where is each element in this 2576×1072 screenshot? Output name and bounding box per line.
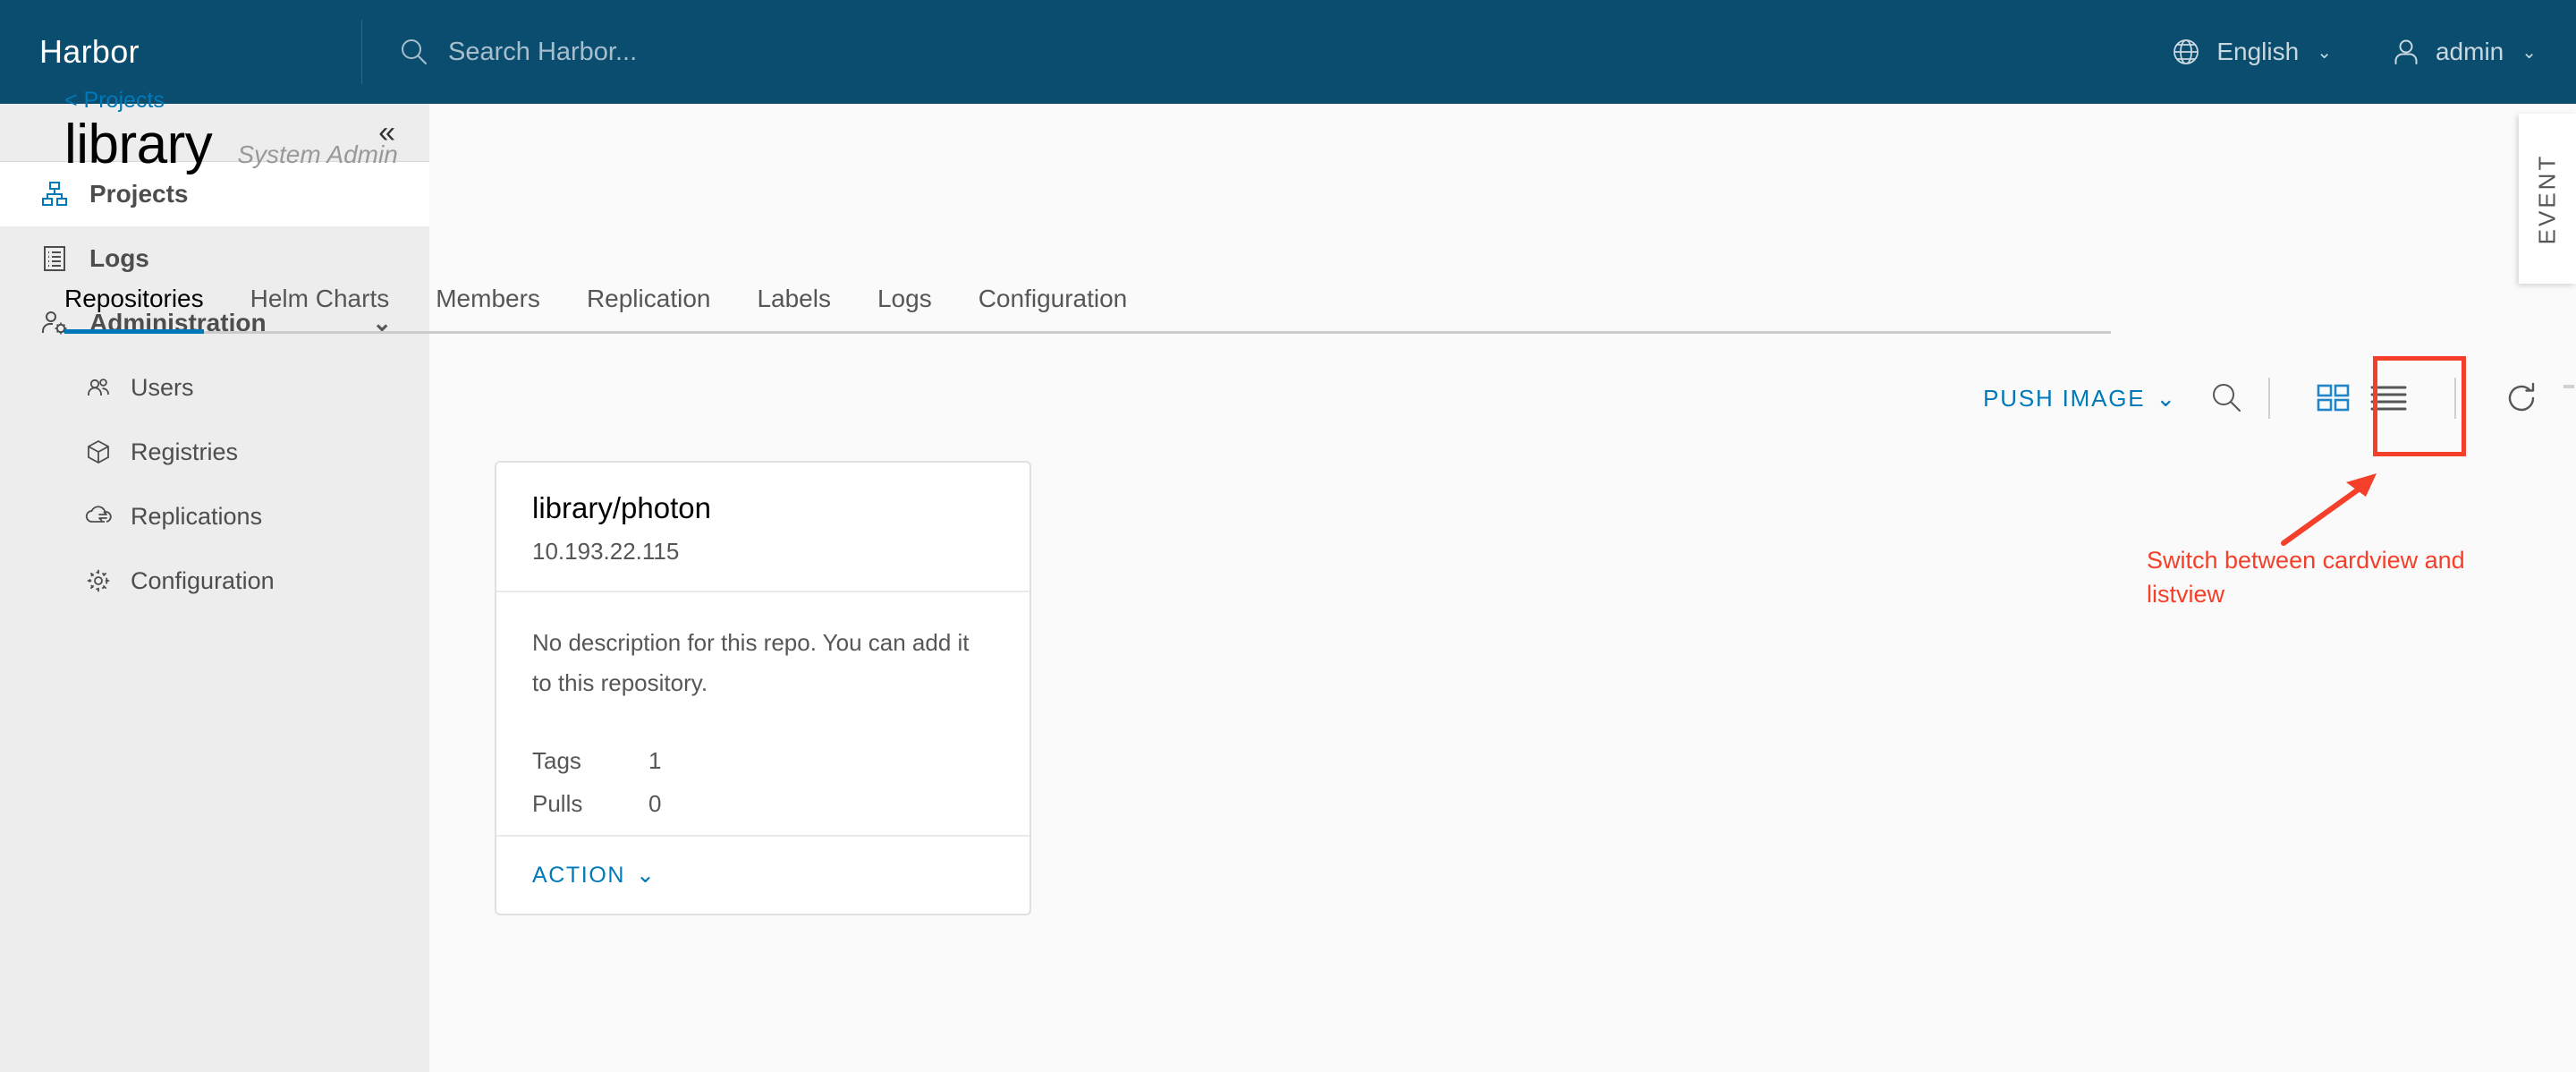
list-view-icon[interactable] [2370,383,2408,413]
app-brand[interactable]: Harbor [0,0,361,104]
sidebar-subitem-label: Registries [131,438,238,466]
breadcrumb[interactable]: < Projects [64,88,165,114]
repositories-toolbar: PUSH IMAGE ⌄ [1983,369,2540,428]
sidebar-item-users[interactable]: Users [0,355,429,420]
project-name: library [64,113,212,176]
push-image-label: PUSH IMAGE [1983,385,2145,413]
annotation-text: Switch between cardview and listview [2147,543,2504,611]
sidebar: « Projects Logs [0,104,429,1072]
event-tab-label: EVENT [2534,153,2562,244]
stat-value: 0 [648,782,661,825]
registries-icon [84,438,113,466]
chevron-down-icon: ⌄ [2317,41,2332,64]
repository-action-button[interactable]: ACTION ⌄ [532,862,994,889]
global-search[interactable] [362,36,2170,68]
stat-value: 1 [648,739,661,782]
user-label: admin [2436,38,2504,66]
top-header-bar: Harbor English ⌄ admin ⌄ [0,0,2576,104]
tab-labels[interactable]: Labels [757,285,831,334]
view-toggle-group [2297,369,2428,428]
user-icon [2391,37,2421,67]
sidebar-item-logs[interactable]: Logs [0,226,429,291]
repository-stat-pulls: Pulls 0 [532,782,994,825]
tab-members[interactable]: Members [436,285,540,334]
search-icon[interactable] [2209,380,2245,416]
repository-stat-tags: Tags 1 [532,739,994,782]
tab-repositories[interactable]: Repositories [64,285,204,334]
user-menu[interactable]: admin ⌄ [2391,37,2537,67]
language-selector[interactable]: English ⌄ [2170,36,2332,68]
sidebar-item-replications[interactable]: Replications [0,484,429,549]
configuration-icon [84,566,113,595]
action-label: ACTION [532,863,625,889]
repository-description: No description for this repo. You can ad… [532,623,994,703]
chevron-down-icon: ⌄ [2521,41,2537,64]
sidebar-item-label: Projects [89,180,189,208]
tab-logs[interactable]: Logs [877,285,932,334]
tab-helm-charts[interactable]: Helm Charts [250,285,390,334]
projects-icon [39,179,70,209]
stat-label: Pulls [532,782,648,825]
page-title: library System Admin [64,113,398,176]
sidebar-subitem-label: Replications [131,503,262,531]
repository-registry: 10.193.22.115 [532,538,994,566]
project-role: System Admin [237,140,397,169]
sidebar-item-configuration[interactable]: Configuration [0,549,429,613]
logs-icon [39,243,70,274]
grid-view-icon[interactable] [2317,383,2352,413]
header-actions: English ⌄ admin ⌄ [2170,36,2576,68]
project-tabs: Repositories Helm Charts Members Replica… [64,285,2111,334]
toolbar-separator-right [2454,378,2456,419]
refresh-icon[interactable] [2503,379,2540,417]
language-label: English [2216,38,2299,66]
push-image-button[interactable]: PUSH IMAGE ⌄ [1983,385,2177,413]
chevron-down-icon: ⌄ [2156,385,2177,413]
tab-configuration[interactable]: Configuration [979,285,1128,334]
toolbar-separator-left [2268,378,2270,419]
scrollbar-thumb[interactable] [2563,385,2574,388]
sidebar-item-registries[interactable]: Registries [0,420,429,484]
repository-card-header: library/photon 10.193.22.115 [496,463,1030,592]
stat-label: Tags [532,739,648,782]
annotation-arrow-icon [2276,470,2384,550]
users-icon [84,373,113,402]
search-icon [398,36,430,68]
repository-card-body: No description for this repo. You can ad… [496,592,1030,835]
repository-name[interactable]: library/photon [532,491,994,525]
search-input[interactable] [448,38,913,67]
sidebar-item-label: Logs [89,244,149,273]
repository-card-footer: ACTION ⌄ [496,835,1030,914]
sidebar-subitem-label: Configuration [131,567,275,595]
sidebar-subitem-label: Users [131,374,194,402]
chevron-down-icon: ⌄ [636,862,657,889]
repository-card[interactable]: library/photon 10.193.22.115 No descript… [495,461,1031,915]
event-side-tab[interactable]: EVENT [2519,114,2576,284]
replications-icon [84,502,113,531]
tab-replication[interactable]: Replication [587,285,711,334]
globe-icon [2170,36,2202,68]
